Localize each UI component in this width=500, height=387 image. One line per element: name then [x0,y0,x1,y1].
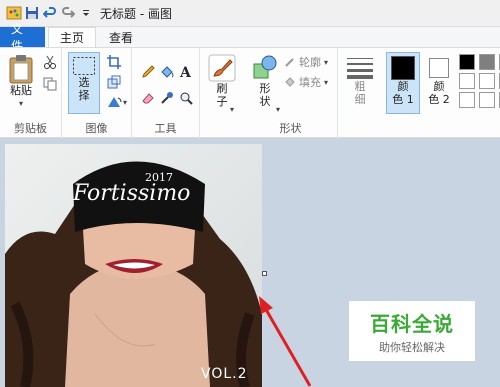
red-arrow-annotation [259,296,312,387]
palette-color-swatch[interactable] [479,92,495,108]
ribbon-tabs: 文件 主页 查看 [0,22,500,53]
paste-dropdown-icon: ▾ [18,99,23,108]
shapes-label-line2: 状 [259,95,271,108]
clipboard-group: 粘贴 ▾ 剪贴板 [0,48,62,139]
tools-group: A 工具 [132,48,200,139]
redo-icon[interactable] [60,5,76,21]
watermark-badge: 百科全说 助你轻松解决 [349,301,475,361]
crop-icon[interactable] [106,54,122,70]
cover-title: Fortissimo [73,181,191,206]
paste-button[interactable]: 粘贴 ▾ [6,54,36,110]
outline-label: 轮廓 [299,56,321,69]
tab-file[interactable]: 文件 [0,22,45,53]
tools-group-label: 工具 [154,122,177,135]
svg-text:A: A [179,65,192,79]
magnifier-icon[interactable] [178,90,194,106]
brush-label-line2: 子 [216,95,228,108]
select-button[interactable]: 选 择 [68,52,100,114]
resize-icon[interactable] [106,74,122,90]
color1-button[interactable]: 颜 色 1 [386,52,420,114]
color-picker-icon[interactable] [159,90,175,106]
ribbon: 粘贴 ▾ 剪贴板 选 择 ▾ 图像 A 工具 刷 子 ▾ 形 状 ▾ 轮廓 ▾ … [0,47,500,139]
shapes-group-label: 形状 [279,122,302,135]
palette-color-swatch[interactable] [479,54,495,70]
size-label-line1: 粗 [354,80,366,93]
size-label-line2: 细 [354,93,366,106]
select-label-line2: 择 [78,89,90,102]
outline-dropdown-icon: ▾ [324,57,329,67]
shapes-group: 形 状 ▾ 轮廓 ▾ 填充 ▾ 形状 [244,48,338,139]
watermark-title: 百科全说 [370,311,454,336]
fill-icon [285,77,295,87]
shapes-button[interactable]: 形 状 [250,54,280,108]
brush-group: 刷 子 ▾ [200,48,244,139]
brush-icon [208,54,236,82]
palette-color-swatch[interactable] [459,92,475,108]
canvas-resize-handle[interactable] [262,271,267,276]
shapes-icon [253,55,277,79]
clipboard-icon [9,55,33,84]
color1-swatch [391,56,415,80]
size-button[interactable]: 粗 细 [344,56,376,106]
title-bar: 无标题 - 画图 [0,0,500,27]
shapes-dropdown-icon[interactable]: ▾ [276,105,280,114]
watermark-subtitle: 助你轻松解决 [379,340,445,354]
fill-dropdown-icon: ▾ [324,77,329,87]
rotate-icon[interactable] [106,94,122,110]
fill-button[interactable]: 填充 ▾ [284,74,328,90]
color1-label-line1: 颜 [397,80,409,93]
color1-label-line2: 色 1 [392,93,414,106]
pencil-icon[interactable] [140,64,156,80]
save-icon[interactable] [24,5,40,21]
eraser-icon[interactable] [140,90,156,106]
rotate-dropdown-icon[interactable]: ▾ [123,98,127,107]
select-rectangle-icon [73,57,95,75]
line-width-icon [347,58,373,79]
palette-color-swatch[interactable] [479,73,495,89]
color2-label-line2: 色 2 [428,93,450,106]
shapes-label-line1: 形 [259,82,271,95]
image-group: 选 择 ▾ 图像 [62,48,132,139]
undo-icon[interactable] [42,5,58,21]
cut-icon[interactable] [42,54,58,70]
copy-icon[interactable] [42,76,58,92]
brush-label-line1: 刷 [216,82,228,95]
clipboard-group-label: 剪贴板 [14,122,47,135]
window-title: 无标题 - 画图 [100,6,172,21]
drawing-canvas[interactable]: 2017 Fortissimo VOL.2 [5,144,262,387]
tab-home[interactable]: 主页 [48,27,97,47]
color-palette [457,52,500,114]
text-tool-icon[interactable]: A [178,64,194,80]
palette-color-swatch[interactable] [459,54,475,70]
brush-dropdown-icon[interactable]: ▾ [230,105,234,114]
fill-bucket-icon[interactable] [159,64,175,80]
image-group-label: 图像 [85,122,108,135]
customize-toolbar-icon[interactable] [78,5,94,21]
color2-swatch [429,58,449,78]
fill-label: 填充 [299,76,321,89]
paint-app-icon[interactable] [6,5,22,21]
cover-volume: VOL.2 [201,366,248,382]
tab-view[interactable]: 查看 [98,27,144,47]
outline-icon [285,58,294,67]
palette-color-swatch[interactable] [459,73,475,89]
color2-button[interactable]: 颜 色 2 [424,52,454,114]
quick-access-toolbar [0,5,94,21]
paste-label: 粘贴 [10,84,32,97]
brush-button[interactable]: 刷 子 [206,54,238,108]
size-group: 粗 细 [338,48,383,139]
select-label-line1: 选 [78,76,90,89]
color2-label-line1: 颜 [433,80,445,93]
outline-button[interactable]: 轮廓 ▾ [284,54,328,70]
